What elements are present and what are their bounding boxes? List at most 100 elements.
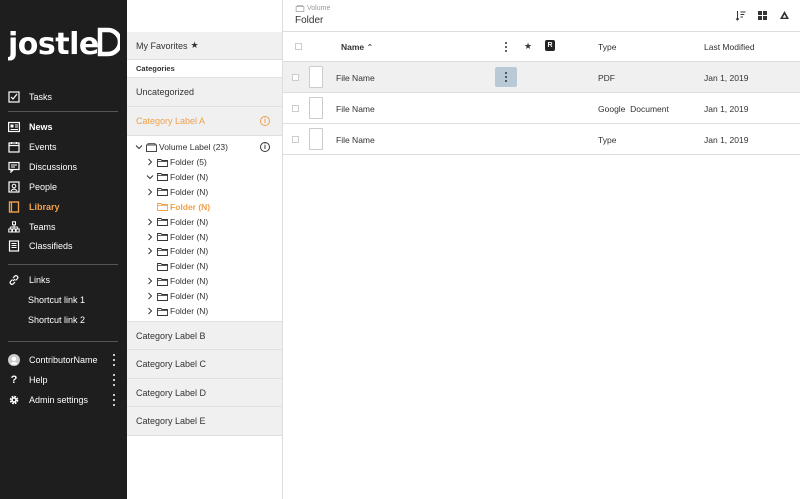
folder-row[interactable]: Folder (N) xyxy=(146,200,210,214)
nav-teams-label: Teams xyxy=(29,222,56,232)
teams-icon xyxy=(8,221,20,233)
folder-label: Folder (N) xyxy=(170,246,209,257)
table-row[interactable]: File Name Type Jan 1, 2019 xyxy=(283,124,800,155)
folder-row[interactable]: Folder (N) xyxy=(146,259,208,273)
folder-label: Folder (N) xyxy=(170,306,209,316)
category-e[interactable]: Category Label E xyxy=(127,407,282,436)
chevron-right-icon[interactable] xyxy=(146,292,154,300)
folder-icon xyxy=(157,173,168,182)
chevron-right-icon[interactable] xyxy=(146,158,154,166)
admin-menu-icon[interactable] xyxy=(111,394,117,406)
nav-discussions[interactable]: Discussions xyxy=(8,158,77,176)
chevron-down-icon[interactable] xyxy=(135,143,143,151)
table-row[interactable]: File Name PDF Jan 1, 2019 xyxy=(283,62,800,93)
chevron-right-icon[interactable] xyxy=(146,247,154,255)
chevron-right-icon[interactable] xyxy=(146,277,154,285)
file-type: Google Document xyxy=(598,104,669,114)
nav-news-label: News xyxy=(29,122,53,132)
column-menu-icon[interactable] xyxy=(495,37,517,57)
folder-row[interactable]: Folder (5) xyxy=(146,155,207,169)
column-type[interactable]: Type xyxy=(598,42,616,52)
row-checkbox[interactable] xyxy=(292,136,299,143)
breadcrumb-volume: Volume xyxy=(307,5,331,12)
my-favorites[interactable]: My Favorites ★ xyxy=(127,32,282,60)
folder-row[interactable]: Folder (N) xyxy=(146,274,208,288)
folder-row[interactable]: Folder (N) xyxy=(146,244,208,258)
volume-info-icon[interactable]: i xyxy=(260,142,270,152)
tasks-icon xyxy=(8,91,20,103)
nav-tasks[interactable]: Tasks xyxy=(8,88,52,106)
main-content: Volume Folder Name ⌃ ★ R Type Last Modif… xyxy=(283,0,800,499)
nav-classifieds-label: Classifieds xyxy=(29,241,73,251)
breadcrumb[interactable]: Volume xyxy=(295,5,330,12)
nav-admin-settings[interactable]: Admin settings xyxy=(8,391,88,409)
file-type: PDF xyxy=(598,73,615,83)
category-d[interactable]: Category Label D xyxy=(127,379,282,407)
column-name[interactable]: Name ⌃ xyxy=(341,42,373,52)
nav-classifieds[interactable]: Classifieds xyxy=(8,237,73,255)
volume-label: Volume Label (23) xyxy=(159,142,228,152)
nav-user[interactable]: ContributorName xyxy=(8,351,98,369)
folder-icon xyxy=(157,262,168,271)
category-c[interactable]: Category Label C xyxy=(127,350,282,379)
grid-view-icon[interactable] xyxy=(757,10,768,21)
file-name[interactable]: File Name xyxy=(336,73,375,83)
folder-row[interactable]: Folder (N) xyxy=(146,289,208,303)
category-uncategorized[interactable]: Uncategorized xyxy=(127,78,282,107)
select-all-checkbox[interactable] xyxy=(295,43,302,50)
folder-icon xyxy=(157,218,168,227)
file-name[interactable]: File Name xyxy=(336,104,375,114)
nav-events[interactable]: Events xyxy=(8,138,57,156)
folder-label: Folder (N) xyxy=(170,261,209,272)
file-thumbnail xyxy=(309,128,323,150)
folder-row[interactable]: Folder (N) xyxy=(146,185,208,199)
file-name[interactable]: File Name xyxy=(336,135,375,145)
gear-icon xyxy=(8,394,20,406)
category-b[interactable]: Category Label B xyxy=(127,321,282,350)
column-last-modified[interactable]: Last Modified xyxy=(704,42,755,52)
shortcut-link-1[interactable]: Shortcut link 1 xyxy=(28,295,85,305)
nav-library[interactable]: Library xyxy=(8,198,60,216)
column-r-badge[interactable]: R xyxy=(545,40,555,51)
chevron-down-icon[interactable] xyxy=(146,173,154,181)
nav-library-label: Library xyxy=(29,202,60,212)
volume-row[interactable]: Volume Label (23) xyxy=(135,140,228,154)
info-icon[interactable]: i xyxy=(260,116,270,126)
sort-icon[interactable] xyxy=(735,10,746,21)
folder-icon xyxy=(157,307,168,316)
folder-row[interactable]: Folder (N) xyxy=(146,215,208,229)
chevron-right-icon[interactable] xyxy=(146,218,154,226)
classifieds-icon xyxy=(8,240,20,252)
help-menu-icon[interactable] xyxy=(111,374,117,386)
shortcut-link-2[interactable]: Shortcut link 2 xyxy=(28,315,85,325)
people-icon xyxy=(8,181,20,193)
nav-links[interactable]: Links xyxy=(8,271,50,289)
category-active[interactable]: Category Label A i xyxy=(127,107,282,136)
row-menu-icon[interactable] xyxy=(495,67,517,87)
folder-icon xyxy=(157,203,168,212)
nav-help[interactable]: ? Help xyxy=(8,371,48,389)
folder-label: Folder (N) xyxy=(170,171,209,182)
nav-links-label: Links xyxy=(29,275,51,285)
folder-row[interactable]: Folder (N) xyxy=(146,304,208,318)
row-checkbox[interactable] xyxy=(292,105,299,112)
news-icon xyxy=(8,121,20,133)
chevron-right-icon[interactable] xyxy=(146,233,154,241)
nav-people[interactable]: People xyxy=(8,178,57,196)
column-favorite-star-icon[interactable]: ★ xyxy=(524,41,532,52)
nav-news[interactable]: News xyxy=(8,118,53,136)
nav-divider xyxy=(8,111,118,112)
jostle-logo[interactable]: jostle xyxy=(8,24,120,64)
folder-row[interactable]: Folder (N) xyxy=(146,170,208,184)
folder-label: Folder (5) xyxy=(170,157,207,167)
chevron-right-icon[interactable] xyxy=(146,307,154,315)
google-drive-icon[interactable] xyxy=(779,10,790,21)
nav-teams[interactable]: Teams xyxy=(8,218,56,236)
row-checkbox[interactable] xyxy=(292,74,299,81)
user-menu-icon[interactable] xyxy=(111,354,117,366)
folder-row[interactable]: Folder (N) xyxy=(146,230,208,244)
folder-icon xyxy=(157,188,168,197)
table-row[interactable]: File Name Google Document Jan 1, 2019 xyxy=(283,93,800,124)
folder-icon xyxy=(157,247,168,256)
chevron-right-icon[interactable] xyxy=(146,188,154,196)
